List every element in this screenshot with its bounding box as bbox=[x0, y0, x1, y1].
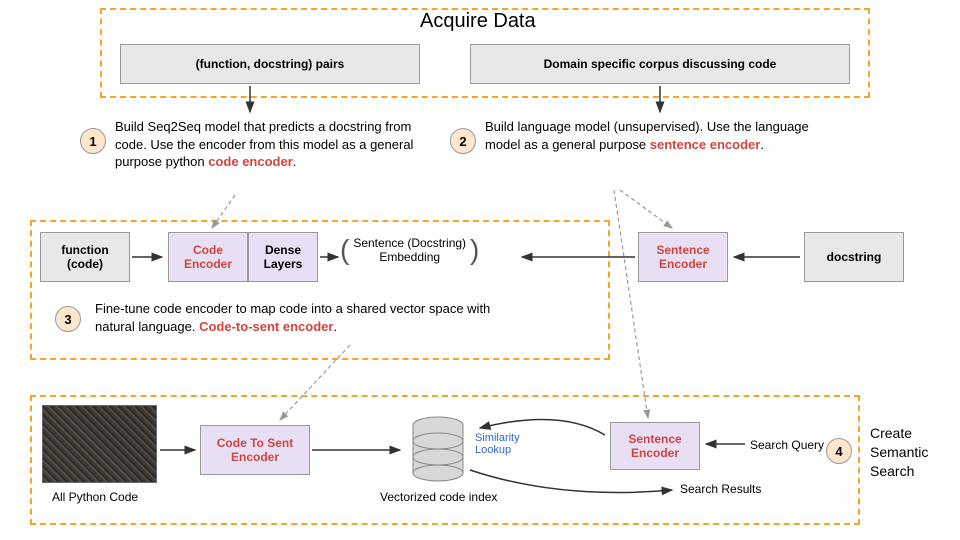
vectorized-index-label: Vectorized code index bbox=[380, 490, 497, 504]
all-python-code-label: All Python Code bbox=[52, 490, 138, 504]
box-code-to-sent-encoder: Code To Sent Encoder bbox=[200, 425, 310, 475]
diagram-title: Acquire Data bbox=[420, 10, 536, 33]
step-3-circle: 3 bbox=[55, 306, 81, 332]
bracket-left-icon: ( bbox=[340, 234, 349, 266]
bracket-right-icon: ) bbox=[470, 234, 479, 266]
all-python-code-image bbox=[42, 405, 157, 483]
search-query-label: Search Query bbox=[750, 438, 824, 452]
box-code-encoder: Code Encoder bbox=[168, 232, 248, 282]
label: Domain specific corpus discussing code bbox=[544, 57, 777, 71]
box-function-code: function (code) bbox=[40, 232, 130, 282]
search-results-label: Search Results bbox=[680, 482, 761, 496]
highlight-code-to-sent: Code-to-sent encoder bbox=[199, 319, 333, 334]
label: (function, docstring) pairs bbox=[196, 57, 345, 71]
step-1-circle: 1 bbox=[80, 128, 106, 154]
box-domain-corpus: Domain specific corpus discussing code bbox=[470, 44, 850, 84]
step-2-description: Build language model (unsupervised). Use… bbox=[485, 118, 835, 153]
step-4-circle: 4 bbox=[826, 438, 852, 464]
highlight-sentence-encoder: sentence encoder bbox=[650, 137, 761, 152]
embedding-label: ( Sentence (Docstring) Embedding ) bbox=[340, 234, 479, 266]
box-dense-layers: Dense Layers bbox=[248, 232, 318, 282]
box-function-docstring-pairs: (function, docstring) pairs bbox=[120, 44, 420, 84]
step-3-description: Fine-tune code encoder to map code into … bbox=[95, 300, 515, 335]
step-1-description: Build Seq2Seq model that predicts a docs… bbox=[115, 118, 425, 171]
step-4-description: Create Semantic Search bbox=[870, 424, 950, 481]
highlight-code-encoder: code encoder bbox=[208, 154, 293, 169]
similarity-lookup-label: Similarity Lookup bbox=[475, 432, 520, 456]
database-icon bbox=[408, 415, 468, 488]
box-sentence-encoder-bottom: Sentence Encoder bbox=[610, 422, 700, 470]
step-2-circle: 2 bbox=[450, 128, 476, 154]
box-sentence-encoder-mid: Sentence Encoder bbox=[638, 232, 728, 282]
box-docstring: docstring bbox=[804, 232, 904, 282]
